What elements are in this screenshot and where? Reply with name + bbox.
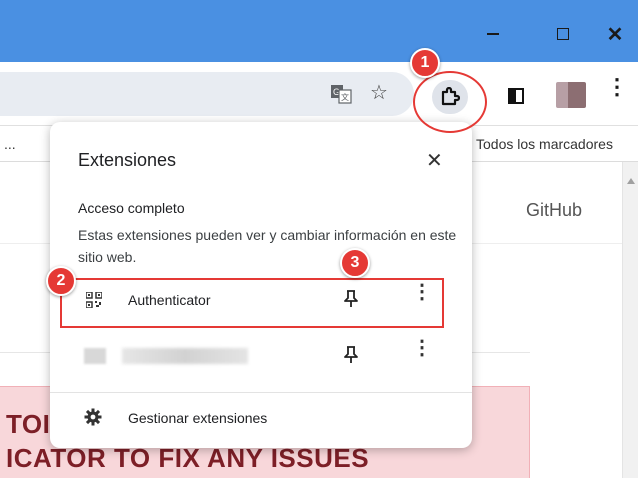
side-panel-icon[interactable] [508, 88, 524, 104]
svg-text:文: 文 [341, 92, 349, 102]
full-access-heading: Acceso completo [78, 200, 185, 216]
minimize-icon [487, 33, 499, 35]
pin-icon[interactable] [344, 346, 358, 364]
browser-toolbar: G 文 ☆ ⋮ [0, 62, 638, 126]
popup-divider [50, 392, 472, 393]
bookmark-star-icon[interactable]: ☆ [370, 80, 388, 105]
gear-icon [84, 408, 102, 426]
maximize-button[interactable] [548, 22, 578, 46]
blurred-extension-name [122, 348, 248, 364]
page-scrollbar[interactable] [622, 162, 638, 478]
step-badge-3: 3 [340, 248, 370, 278]
browser-screenshot: ✕ G 文 ☆ ⋮ ... Todos los marcadores GitHu… [0, 0, 638, 478]
scroll-up-arrow-icon[interactable] [627, 178, 635, 184]
manage-extensions-button[interactable]: Gestionar extensiones [50, 398, 472, 438]
close-window-button[interactable]: ✕ [600, 22, 630, 46]
highlight-circle-extensions [413, 71, 487, 133]
full-access-description: Estas extensiones pueden ver y cambiar i… [78, 227, 457, 265]
blurred-extension-icon [84, 348, 106, 364]
popup-close-button[interactable]: ✕ [426, 148, 443, 173]
profile-avatar[interactable] [556, 82, 586, 108]
popup-title: Extensiones [78, 150, 177, 170]
browser-menu-button[interactable]: ⋮ [606, 76, 628, 98]
translate-icon[interactable]: G 文 [330, 84, 352, 104]
highlight-box-authenticator [60, 278, 444, 328]
alert-text-line-1: TOI [6, 409, 51, 439]
title-bar: ✕ [0, 0, 638, 62]
maximize-icon [557, 28, 569, 40]
bookmarks-overflow[interactable]: ... [4, 136, 16, 152]
minimize-button[interactable] [478, 22, 508, 46]
github-link[interactable]: GitHub [526, 200, 582, 221]
step-badge-1: 1 [410, 48, 440, 78]
manage-extensions-label: Gestionar extensiones [128, 410, 268, 426]
all-bookmarks-link[interactable]: Todos los marcadores [476, 136, 613, 152]
extension-menu-button[interactable]: ⋮ [412, 338, 432, 358]
step-badge-2: 2 [46, 266, 76, 296]
extension-row-blurred[interactable]: ⋮ [50, 334, 472, 380]
